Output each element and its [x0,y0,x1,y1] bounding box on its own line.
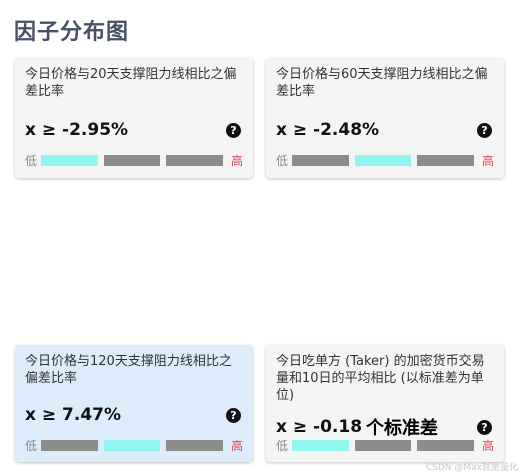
low-label: 低 [276,439,289,453]
low-label: 低 [25,439,38,453]
question-circle-icon[interactable]: ? [226,122,241,138]
factor-value: x ≥ -2.95% [25,120,129,140]
distribution-segment-2 [354,440,412,451]
distribution-segment-1 [291,440,349,451]
high-label: 高 [481,154,494,168]
factor-description: 今日吃单方 (Taker) 的加密货币交易量和10日的平均相比 (以标准差为单位… [276,354,485,403]
factor-value: x ≥ 7.47% [25,405,122,425]
factor-description: 今日价格与120天支撑阻力线相比之偏差比率 [25,354,232,386]
factor-value: x ≥ -0.18 [276,417,363,437]
distribution-segment-1 [291,155,349,166]
distribution-segment-3 [417,440,475,451]
factor-description: 今日价格与60天支撑阻力线相比之偏差比率 [276,67,488,99]
distribution-segment-2 [103,155,161,166]
distribution-segment-1 [40,440,98,451]
high-label: 高 [230,439,243,453]
question-circle-icon[interactable]: ? [477,419,492,435]
question-circle-icon[interactable]: ? [477,122,492,138]
watermark: CSDN @Max就是量化 [425,463,518,473]
factor-description: 今日价格与20天支撑阻力线相比之偏差比率 [25,67,237,99]
factor-value: x ≥ -2.48% [276,120,380,140]
high-label: 高 [481,439,494,453]
factor-card-20d[interactable]: 今日价格与20天支撑阻力线相比之偏差比率 x ≥ -2.95% ? 低 高 [15,58,253,178]
low-label: 低 [25,154,38,168]
question-circle-icon[interactable]: ? [226,407,241,423]
distribution-segment-1 [40,155,98,166]
low-label: 低 [276,154,289,168]
page-title: 因子分布图 [14,20,130,45]
distribution-segment-3 [417,155,475,166]
distribution-segment-3 [166,155,224,166]
distribution-segment-2 [354,155,412,166]
factor-card-60d[interactable]: 今日价格与60天支撑阻力线相比之偏差比率 x ≥ -2.48% ? 低 高 [266,58,504,178]
distribution-segment-2 [103,440,161,451]
distribution-segment-3 [166,440,224,451]
factor-card-120d[interactable]: 今日价格与120天支撑阻力线相比之偏差比率 x ≥ 7.47% ? 低 高 [15,345,253,462]
factor-card-taker-volume[interactable]: 今日吃单方 (Taker) 的加密货币交易量和10日的平均相比 (以标准差为单位… [266,345,504,462]
high-label: 高 [230,154,243,168]
